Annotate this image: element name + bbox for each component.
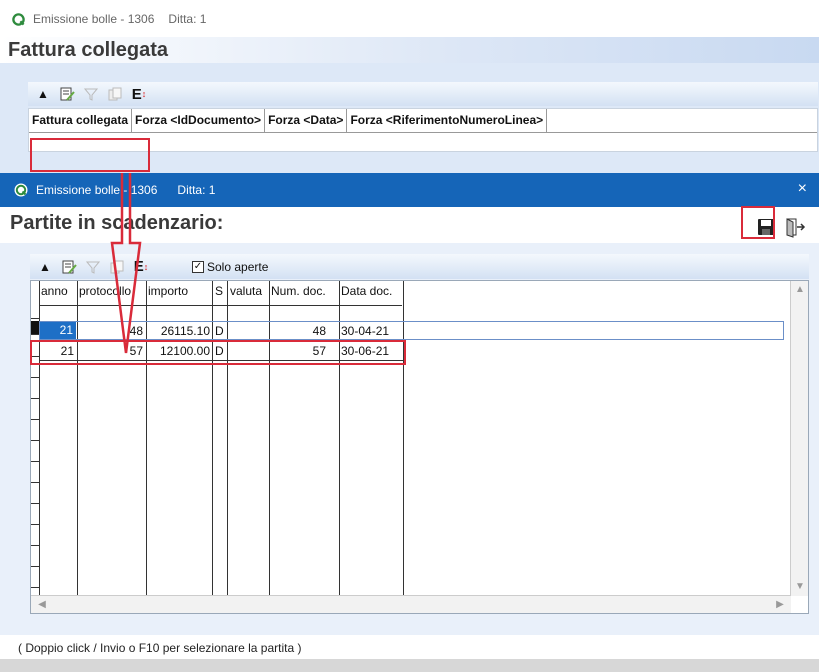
row-gutter (31, 364, 39, 378)
edit-filter-icon[interactable] (58, 257, 80, 277)
background-heading: Fattura collegata (8, 39, 169, 61)
bottom-strip (0, 659, 819, 672)
column-header-data-doc[interactable]: Data doc. (341, 284, 392, 298)
annotation-box-save (741, 206, 775, 239)
app-logo-icon (14, 183, 28, 197)
annotation-arrow-icon (110, 173, 142, 354)
row-gutter (31, 385, 39, 399)
column-header-num-doc[interactable]: Num. doc. (271, 284, 326, 298)
header-spacer (547, 109, 817, 132)
header-separator (39, 305, 402, 306)
solo-aperte-label: Solo aperte (207, 259, 269, 274)
dialog-ditta: Ditta: 1 (177, 183, 216, 197)
app-logo-icon (12, 12, 25, 26)
horizontal-scrollbar[interactable]: ◀ ▶ (31, 595, 791, 613)
column-header[interactable]: Forza <Data> (265, 109, 348, 132)
annotation-box-fattura-cell (30, 138, 150, 172)
background-window-ditta: Ditta: 1 (168, 12, 207, 26)
arrow-up-icon[interactable]: ▲ (34, 257, 56, 277)
row-gutter (31, 448, 39, 462)
row-gutter (31, 574, 39, 588)
column-header[interactable]: Forza <RiferimentoNumeroLinea> (347, 109, 548, 132)
cell-s[interactable]: D (215, 324, 224, 338)
row-gutter (31, 305, 39, 319)
checkbox-box[interactable]: ✓ (192, 260, 204, 273)
export-e-icon[interactable]: E ↕ (128, 84, 150, 104)
row-gutter (31, 469, 39, 483)
row-gutter (31, 490, 39, 504)
column-header[interactable]: Forza <IdDocumento> (132, 109, 266, 132)
vertical-scrollbar[interactable]: ▲ ▼ (790, 281, 808, 596)
scroll-up-icon[interactable]: ▲ (793, 283, 807, 297)
column-header[interactable]: Fattura collegata (29, 109, 133, 132)
row-gutter-current (31, 321, 39, 335)
cell-data-doc[interactable]: 30-04-21 (341, 324, 389, 338)
scroll-right-icon[interactable]: ▶ (773, 598, 787, 612)
background-window-title: Emissione bolle - 1306 (33, 12, 155, 26)
row-gutter (31, 532, 39, 546)
column-header-valuta[interactable]: valuta (230, 284, 262, 298)
exit-door-icon[interactable] (784, 216, 806, 238)
cell-anno[interactable]: 21 (40, 322, 76, 339)
arrow-up-icon[interactable]: ▲ (32, 84, 54, 104)
row-gutter (31, 406, 39, 420)
background-grid-header: Fattura collegata Forza <IdDocumento> Fo… (29, 109, 817, 133)
scroll-down-icon[interactable]: ▼ (793, 580, 807, 594)
annotation-box-row (30, 340, 406, 365)
column-header-s[interactable]: S (215, 284, 223, 298)
row-gutter (31, 427, 39, 441)
edit-filter-icon[interactable] (56, 84, 78, 104)
scroll-left-icon[interactable]: ◀ (35, 598, 49, 612)
row-gutter (31, 553, 39, 567)
row-gutter (31, 511, 39, 525)
cell-importo[interactable]: 26115.10 (148, 324, 210, 338)
solo-aperte-checkbox[interactable]: ✓ Solo aperte (192, 260, 268, 274)
funnel-icon[interactable] (80, 84, 102, 104)
column-header-anno[interactable]: anno (41, 284, 68, 298)
cell-num-doc[interactable]: 48 (271, 324, 326, 338)
copy-icon[interactable] (104, 84, 126, 104)
column-header-importo[interactable]: importo (148, 284, 188, 298)
background-toolbar: ▲ E ↕ (28, 82, 818, 106)
status-hint: ( Doppio click / Invio o F10 per selezio… (0, 635, 819, 659)
background-window-titlebar: Emissione bolle - 1306 Ditta: 1 (12, 12, 206, 26)
close-icon[interactable]: × (798, 180, 807, 198)
